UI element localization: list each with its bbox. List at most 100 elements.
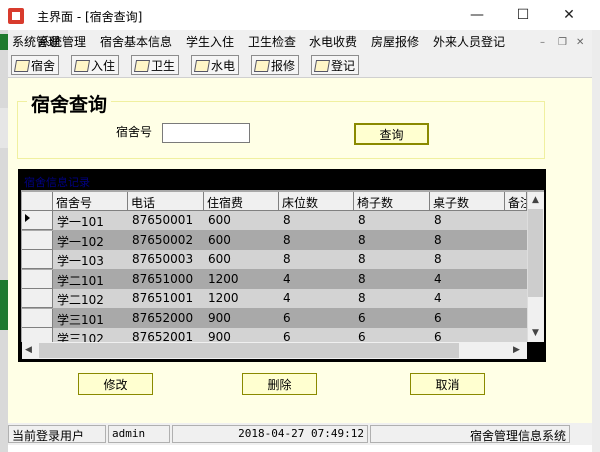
table-cell[interactable]: 学一102 bbox=[55, 231, 128, 250]
table-cell[interactable]: 6 bbox=[356, 309, 430, 328]
table-cell[interactable]: 8 bbox=[281, 231, 354, 250]
column-header[interactable]: 桌子数 bbox=[430, 192, 505, 211]
table-cell[interactable]: 学一101 bbox=[55, 211, 128, 230]
table-cell[interactable]: 4 bbox=[281, 289, 354, 308]
table-cell[interactable]: 8 bbox=[356, 289, 430, 308]
table-cell[interactable]: 1200 bbox=[206, 289, 279, 308]
row-header[interactable] bbox=[22, 309, 53, 328]
table-cell[interactable]: 87650002 bbox=[130, 231, 204, 250]
dorm-number-input[interactable] bbox=[162, 123, 250, 143]
table-cell[interactable]: 6 bbox=[432, 309, 505, 328]
folder-icon bbox=[314, 59, 329, 72]
menu-checkin[interactable]: 学生入住 bbox=[186, 33, 234, 50]
table-cell[interactable]: 4 bbox=[281, 270, 354, 289]
folder-icon bbox=[194, 59, 209, 72]
menu-hygiene[interactable]: 卫生检查 bbox=[248, 33, 296, 50]
status-user-value: admin bbox=[108, 425, 170, 443]
table-cell[interactable]: 8 bbox=[432, 211, 505, 230]
background-window-strip bbox=[0, 280, 8, 330]
toolbar-visitors-button[interactable]: 登记 bbox=[311, 55, 360, 75]
table-cell[interactable]: 8 bbox=[281, 211, 354, 230]
table-cell[interactable]: 8 bbox=[432, 231, 505, 250]
table-cell[interactable]: 8 bbox=[356, 270, 430, 289]
mdi-minimize-button[interactable]: – bbox=[540, 37, 545, 48]
table-cell[interactable]: 600 bbox=[206, 231, 279, 250]
delete-button[interactable]: 删除 bbox=[242, 373, 317, 395]
menu-system[interactable]: 系统管理 bbox=[38, 33, 86, 50]
mdi-restore-button[interactable]: ❐ bbox=[558, 37, 567, 48]
table-cell[interactable]: 8 bbox=[356, 250, 430, 269]
toolbar-utilities-label: 水电 bbox=[211, 58, 236, 73]
row-header[interactable] bbox=[22, 250, 53, 269]
toolbar: 宿舍 入住 卫生 水电 报修 登记 bbox=[8, 52, 592, 78]
scroll-up-icon[interactable]: ▲ bbox=[532, 195, 539, 205]
vertical-scroll-thumb[interactable] bbox=[528, 209, 543, 297]
cancel-button[interactable]: 取消 bbox=[410, 373, 485, 395]
column-header[interactable]: 电话 bbox=[128, 192, 204, 211]
folder-icon bbox=[134, 59, 149, 72]
table-cell[interactable]: 87650001 bbox=[130, 211, 204, 230]
table-cell[interactable]: 8 bbox=[432, 250, 505, 269]
toolbar-utilities-button[interactable]: 水电 bbox=[191, 55, 240, 75]
column-header[interactable]: 床位数 bbox=[279, 192, 354, 211]
menu-visitors[interactable]: 外来人员登记 bbox=[433, 33, 505, 50]
table-cell[interactable]: 学一103 bbox=[55, 250, 128, 269]
toolbar-repairs-label: 报修 bbox=[271, 58, 296, 73]
scroll-left-icon[interactable]: ◀ bbox=[25, 345, 32, 355]
column-header[interactable]: 住宿费 bbox=[204, 192, 279, 211]
mdi-close-button[interactable]: ✕ bbox=[576, 37, 584, 48]
column-header[interactable]: 备注 bbox=[505, 192, 527, 211]
row-header[interactable] bbox=[22, 289, 53, 308]
toolbar-dorm-label: 宿舍 bbox=[31, 58, 56, 73]
toolbar-repairs-button[interactable]: 报修 bbox=[251, 55, 300, 75]
app-icon bbox=[8, 8, 24, 24]
status-system-name: 宿舍管理信息系统 bbox=[370, 425, 570, 443]
table-cell[interactable]: 87650003 bbox=[130, 250, 204, 269]
table-cell[interactable]: 87651001 bbox=[130, 289, 204, 308]
table-cell[interactable]: 学二101 bbox=[55, 270, 128, 289]
table-cell[interactable]: 600 bbox=[206, 250, 279, 269]
status-user-label: 当前登录用户 bbox=[8, 425, 106, 443]
edit-button[interactable]: 修改 bbox=[78, 373, 153, 395]
table-cell[interactable]: 学三101 bbox=[55, 309, 128, 328]
toolbar-checkin-label: 入住 bbox=[91, 58, 116, 73]
scroll-down-icon[interactable]: ▼ bbox=[532, 328, 539, 338]
table-cell[interactable]: 87651000 bbox=[130, 270, 204, 289]
toolbar-checkin-button[interactable]: 入住 bbox=[71, 55, 120, 75]
horizontal-scroll-thumb[interactable] bbox=[39, 343, 459, 358]
table-cell[interactable]: 4 bbox=[432, 289, 505, 308]
left-window-edge bbox=[0, 30, 8, 452]
scroll-right-icon[interactable]: ▶ bbox=[513, 345, 520, 355]
menu-utilities[interactable]: 水电收费 bbox=[309, 33, 357, 50]
row-header[interactable] bbox=[22, 270, 53, 289]
table-cell[interactable]: 87652000 bbox=[130, 309, 204, 328]
toolbar-visitors-label: 登记 bbox=[331, 58, 356, 73]
table-cell[interactable]: 900 bbox=[206, 309, 279, 328]
column-header[interactable]: 宿舍号 bbox=[53, 192, 128, 211]
table-cell[interactable]: 8 bbox=[281, 250, 354, 269]
table-cell[interactable]: 600 bbox=[206, 211, 279, 230]
table-cell[interactable]: 1200 bbox=[206, 270, 279, 289]
table-cell[interactable]: 4 bbox=[432, 270, 505, 289]
background-window-strip bbox=[0, 108, 8, 148]
table-cell[interactable]: 6 bbox=[281, 309, 354, 328]
table-cell[interactable]: 学二102 bbox=[55, 289, 128, 308]
folder-icon bbox=[14, 59, 29, 72]
table-cell[interactable]: 8 bbox=[356, 231, 430, 250]
table-cell[interactable]: 8 bbox=[356, 211, 430, 230]
query-button[interactable]: 查询 bbox=[354, 123, 429, 145]
window-title: 主界面 - [宿舍查询] bbox=[37, 10, 143, 24]
toolbar-dorm-button[interactable]: 宿舍 bbox=[11, 55, 60, 75]
menu-repairs[interactable]: 房屋报修 bbox=[371, 33, 419, 50]
row-header[interactable] bbox=[22, 231, 53, 250]
right-window-edge bbox=[592, 30, 600, 452]
folder-icon bbox=[74, 59, 89, 72]
column-header[interactable]: 椅子数 bbox=[354, 192, 430, 211]
grid-corner-header bbox=[22, 192, 53, 211]
folder-icon bbox=[254, 59, 269, 72]
maximize-button[interactable]: ☐ bbox=[500, 0, 546, 30]
menu-dorm-info[interactable]: 宿舍基本信息 bbox=[100, 33, 172, 50]
toolbar-hygiene-button[interactable]: 卫生 bbox=[131, 55, 180, 75]
minimize-button[interactable]: — bbox=[454, 0, 500, 30]
close-button[interactable]: ✕ bbox=[546, 0, 592, 30]
